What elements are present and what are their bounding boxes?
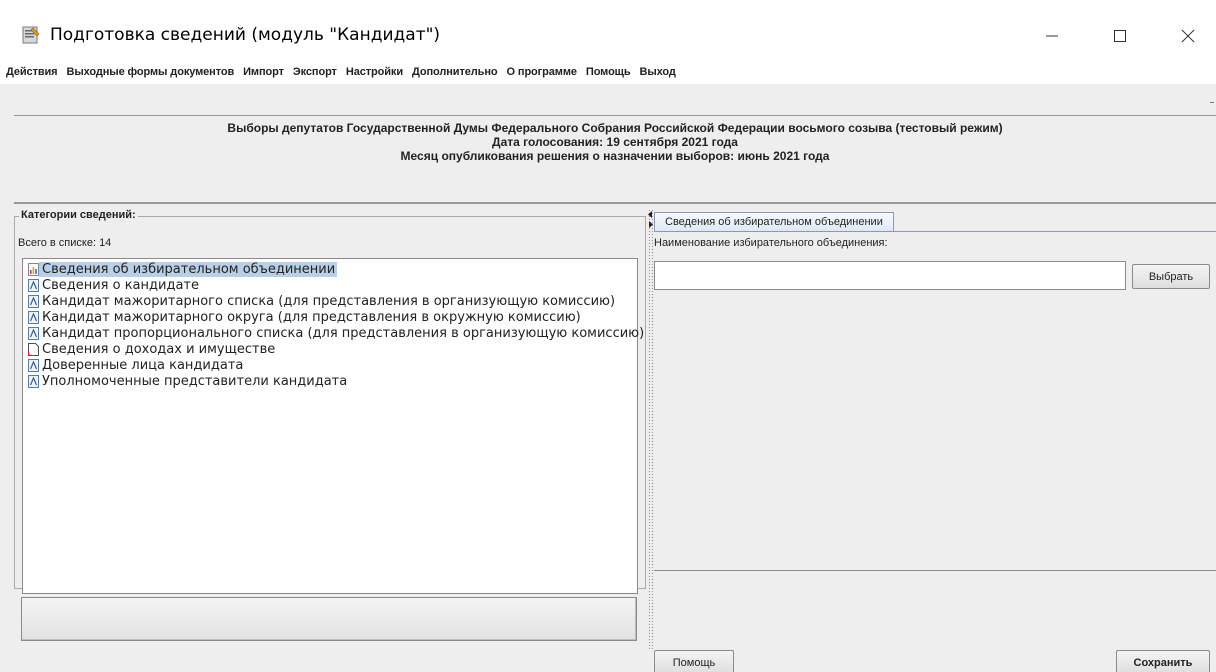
list-item-label: Кандидат мажоритарного округа (для предс… <box>42 310 581 325</box>
tab-content: Наименование избирательного объединения:… <box>654 231 1216 571</box>
list-item-trusted-persons[interactable]: Доверенные лица кандидата <box>28 358 245 373</box>
list-item-label: Уполномоченные представители кандидата <box>42 374 348 389</box>
list-item-label: Сведения о кандидате <box>42 278 199 293</box>
doc-icon <box>28 359 39 372</box>
categories-list[interactable]: Сведения об избирательном объединении Св… <box>22 258 644 594</box>
choose-button[interactable]: Выбрать <box>1132 264 1210 289</box>
doc-icon <box>28 375 39 388</box>
menu-about[interactable]: О программе <box>506 66 577 78</box>
doc-red-icon <box>28 343 39 356</box>
voting-date: Дата голосования: 19 сентября 2021 года <box>492 135 738 149</box>
doc-icon <box>28 279 39 292</box>
menu-help[interactable]: Помощь <box>586 66 631 78</box>
collapse-left-icon[interactable] <box>648 211 653 218</box>
menu-additional[interactable]: Дополнительно <box>412 66 498 78</box>
list-item-label: Кандидат пропорционального списка (для п… <box>42 326 645 341</box>
categories-legend: Категории сведений: <box>19 209 138 221</box>
divider-mark <box>1210 102 1214 103</box>
doc-icon <box>28 295 39 308</box>
detail-panel: Сведения об избирательном объединении На… <box>654 212 1216 672</box>
doc-icon <box>28 311 39 324</box>
election-header: Выборы депутатов Государственной Думы Фе… <box>14 115 1216 204</box>
menu-bar: Действия Выходные формы документов Импор… <box>0 60 1216 84</box>
menu-output-forms[interactable]: Выходные формы документов <box>67 66 235 78</box>
categories-action-button[interactable] <box>21 597 637 641</box>
list-item-label: Сведения о доходах и имуществе <box>42 342 276 357</box>
list-item-income-property[interactable]: Сведения о доходах и имуществе <box>28 342 277 357</box>
publication-month: Месяц опубликования решения о назначении… <box>400 149 830 163</box>
tab-party-info[interactable]: Сведения об избирательном объединении <box>654 212 894 232</box>
minimize-icon <box>1046 35 1058 37</box>
menu-settings[interactable]: Настройки <box>346 66 403 78</box>
app-icon <box>22 26 40 44</box>
party-name-input[interactable] <box>654 261 1126 290</box>
list-item-proportional-list[interactable]: Кандидат пропорционального списка (для п… <box>28 326 646 341</box>
close-icon <box>1181 29 1195 43</box>
help-button[interactable]: Помощь <box>654 650 734 672</box>
list-item-majority-district[interactable]: Кандидат мажоритарного округа (для предс… <box>28 310 583 325</box>
doc-chart-icon <box>28 263 39 276</box>
election-title: Выборы депутатов Государственной Думы Фе… <box>227 121 1003 135</box>
window-titlebar: Подготовка сведений (модуль "Кандидат") <box>0 0 1216 60</box>
maximize-icon <box>1114 30 1126 42</box>
list-item-majority-list[interactable]: Кандидат мажоритарного списка (для предс… <box>28 294 617 309</box>
menu-actions[interactable]: Действия <box>6 66 58 78</box>
work-area: Выборы депутатов Государственной Думы Фе… <box>0 84 1216 672</box>
party-name-label: Наименование избирательного объединения: <box>654 237 888 249</box>
menu-exit[interactable]: Выход <box>640 66 676 78</box>
list-item-label: Кандидат мажоритарного списка (для предс… <box>42 294 616 309</box>
list-item-party-info[interactable]: Сведения об избирательном объединении <box>28 262 338 277</box>
list-item-label: Сведения об избирательном объединении <box>39 262 338 277</box>
menu-export[interactable]: Экспорт <box>293 66 337 78</box>
maximize-button[interactable] <box>1100 18 1140 54</box>
categories-group: Категории сведений: Всего в списке: 14 С… <box>14 209 646 594</box>
list-count: Всего в списке: 14 <box>18 237 112 249</box>
window-title: Подготовка сведений (модуль "Кандидат") <box>50 25 441 45</box>
list-item-candidate-info[interactable]: Сведения о кандидате <box>28 278 201 293</box>
categories-panel: Категории сведений: Всего в списке: 14 С… <box>14 209 648 649</box>
collapse-right-icon[interactable] <box>648 221 653 228</box>
minimize-button[interactable] <box>1032 18 1072 54</box>
doc-icon <box>28 327 39 340</box>
menu-import[interactable]: Импорт <box>243 66 284 78</box>
close-button[interactable] <box>1168 18 1208 54</box>
save-button[interactable]: Сохранить <box>1116 650 1210 672</box>
list-item-authorized-reps[interactable]: Уполномоченные представители кандидата <box>28 374 349 389</box>
list-item-label: Доверенные лица кандидата <box>42 358 244 373</box>
